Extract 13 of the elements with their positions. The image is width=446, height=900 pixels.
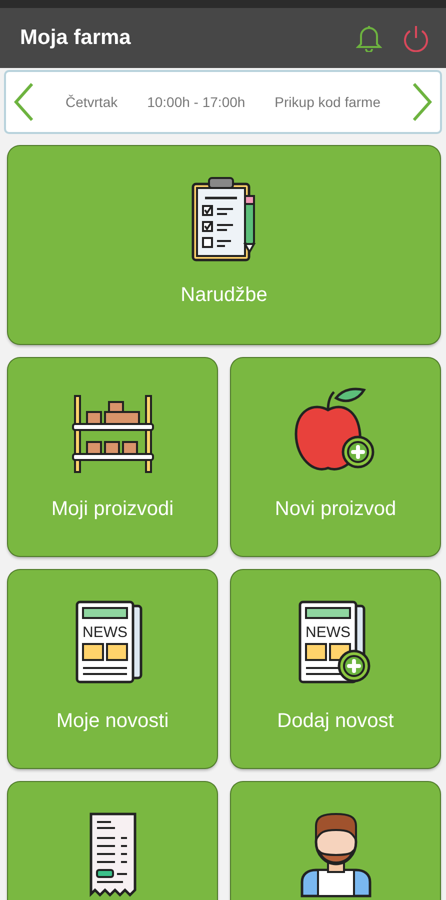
menu-tile[interactable]: NEWS Moje novosti bbox=[8, 570, 217, 768]
shelf-boxes-icon bbox=[70, 394, 154, 474]
bell-icon[interactable] bbox=[356, 24, 382, 52]
app-title: Moja farma bbox=[20, 26, 132, 50]
menu-tile[interactable]: Novi proizvod bbox=[231, 358, 440, 556]
pickup-location: Prikup kod farme bbox=[274, 94, 380, 110]
menu-tile[interactable]: Moji proizvodi bbox=[8, 358, 217, 556]
pickup-day: Četvrtak bbox=[65, 94, 118, 110]
menu-tile[interactable]: Narudžbe bbox=[8, 146, 440, 344]
pickup-hours: 10:00h - 17:00h bbox=[147, 94, 246, 110]
chevron-left-icon[interactable] bbox=[12, 82, 36, 122]
power-icon[interactable] bbox=[402, 24, 430, 52]
menu-tile[interactable]: NEWS Dodaj novost bbox=[231, 570, 440, 768]
